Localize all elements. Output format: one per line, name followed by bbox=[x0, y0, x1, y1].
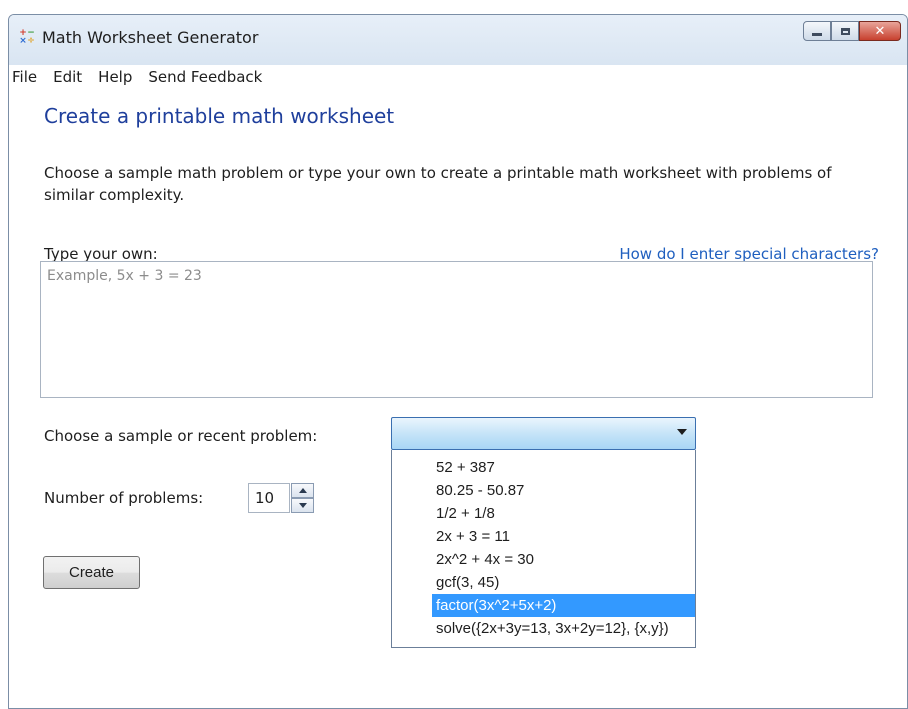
chevron-down-icon bbox=[677, 429, 687, 435]
title-bar[interactable]: + − × ÷ Math Worksheet Generator ✕ bbox=[9, 15, 907, 65]
maximize-icon bbox=[840, 27, 850, 35]
window-controls: ✕ bbox=[803, 21, 901, 41]
increment-button[interactable] bbox=[291, 483, 314, 498]
arrow-down-icon bbox=[298, 503, 307, 508]
sample-option[interactable]: 2x^2 + 4x = 30 bbox=[432, 548, 695, 571]
arrow-up-icon bbox=[298, 488, 307, 493]
minimize-button[interactable] bbox=[803, 21, 831, 41]
sample-option[interactable]: solve({2x+3y=13, 3x+2y=12}, {x,y}) bbox=[432, 617, 695, 640]
menu-help[interactable]: Help bbox=[90, 66, 140, 88]
sample-problem-label: Choose a sample or recent problem: bbox=[44, 427, 318, 445]
window-title: Math Worksheet Generator bbox=[42, 28, 259, 47]
menu-file[interactable]: File bbox=[9, 66, 45, 88]
sample-problem-list: 52 + 387 80.25 - 50.87 1/2 + 1/8 2x + 3 … bbox=[391, 450, 696, 648]
create-button[interactable]: Create bbox=[43, 556, 140, 589]
page-heading: Create a printable math worksheet bbox=[44, 104, 395, 128]
menu-send-feedback[interactable]: Send Feedback bbox=[140, 66, 270, 88]
number-of-problems-label: Number of problems: bbox=[44, 489, 204, 507]
sample-option[interactable]: 80.25 - 50.87 bbox=[432, 479, 695, 502]
maximize-button[interactable] bbox=[831, 21, 859, 41]
page-description: Choose a sample math problem or type you… bbox=[44, 164, 832, 204]
problem-input[interactable] bbox=[40, 261, 873, 398]
sample-option[interactable]: 52 + 387 bbox=[432, 456, 695, 479]
close-button[interactable]: ✕ bbox=[859, 21, 901, 41]
sample-option[interactable]: gcf(3, 45) bbox=[432, 571, 695, 594]
math-operators-icon: + − × ÷ bbox=[19, 28, 35, 46]
decrement-button[interactable] bbox=[291, 498, 314, 513]
number-of-problems-stepper bbox=[291, 483, 314, 513]
minimize-icon bbox=[812, 32, 822, 36]
menu-bar: File Edit Help Send Feedback bbox=[9, 65, 907, 89]
close-icon: ✕ bbox=[874, 23, 886, 39]
sample-option[interactable]: 1/2 + 1/8 bbox=[432, 502, 695, 525]
sample-option-highlighted[interactable]: factor(3x^2+5x+2) bbox=[432, 594, 695, 617]
sample-option[interactable]: 2x + 3 = 11 bbox=[432, 525, 695, 548]
sample-problem-dropdown[interactable] bbox=[391, 417, 696, 450]
number-of-problems-input[interactable] bbox=[248, 483, 290, 513]
menu-edit[interactable]: Edit bbox=[45, 66, 90, 88]
